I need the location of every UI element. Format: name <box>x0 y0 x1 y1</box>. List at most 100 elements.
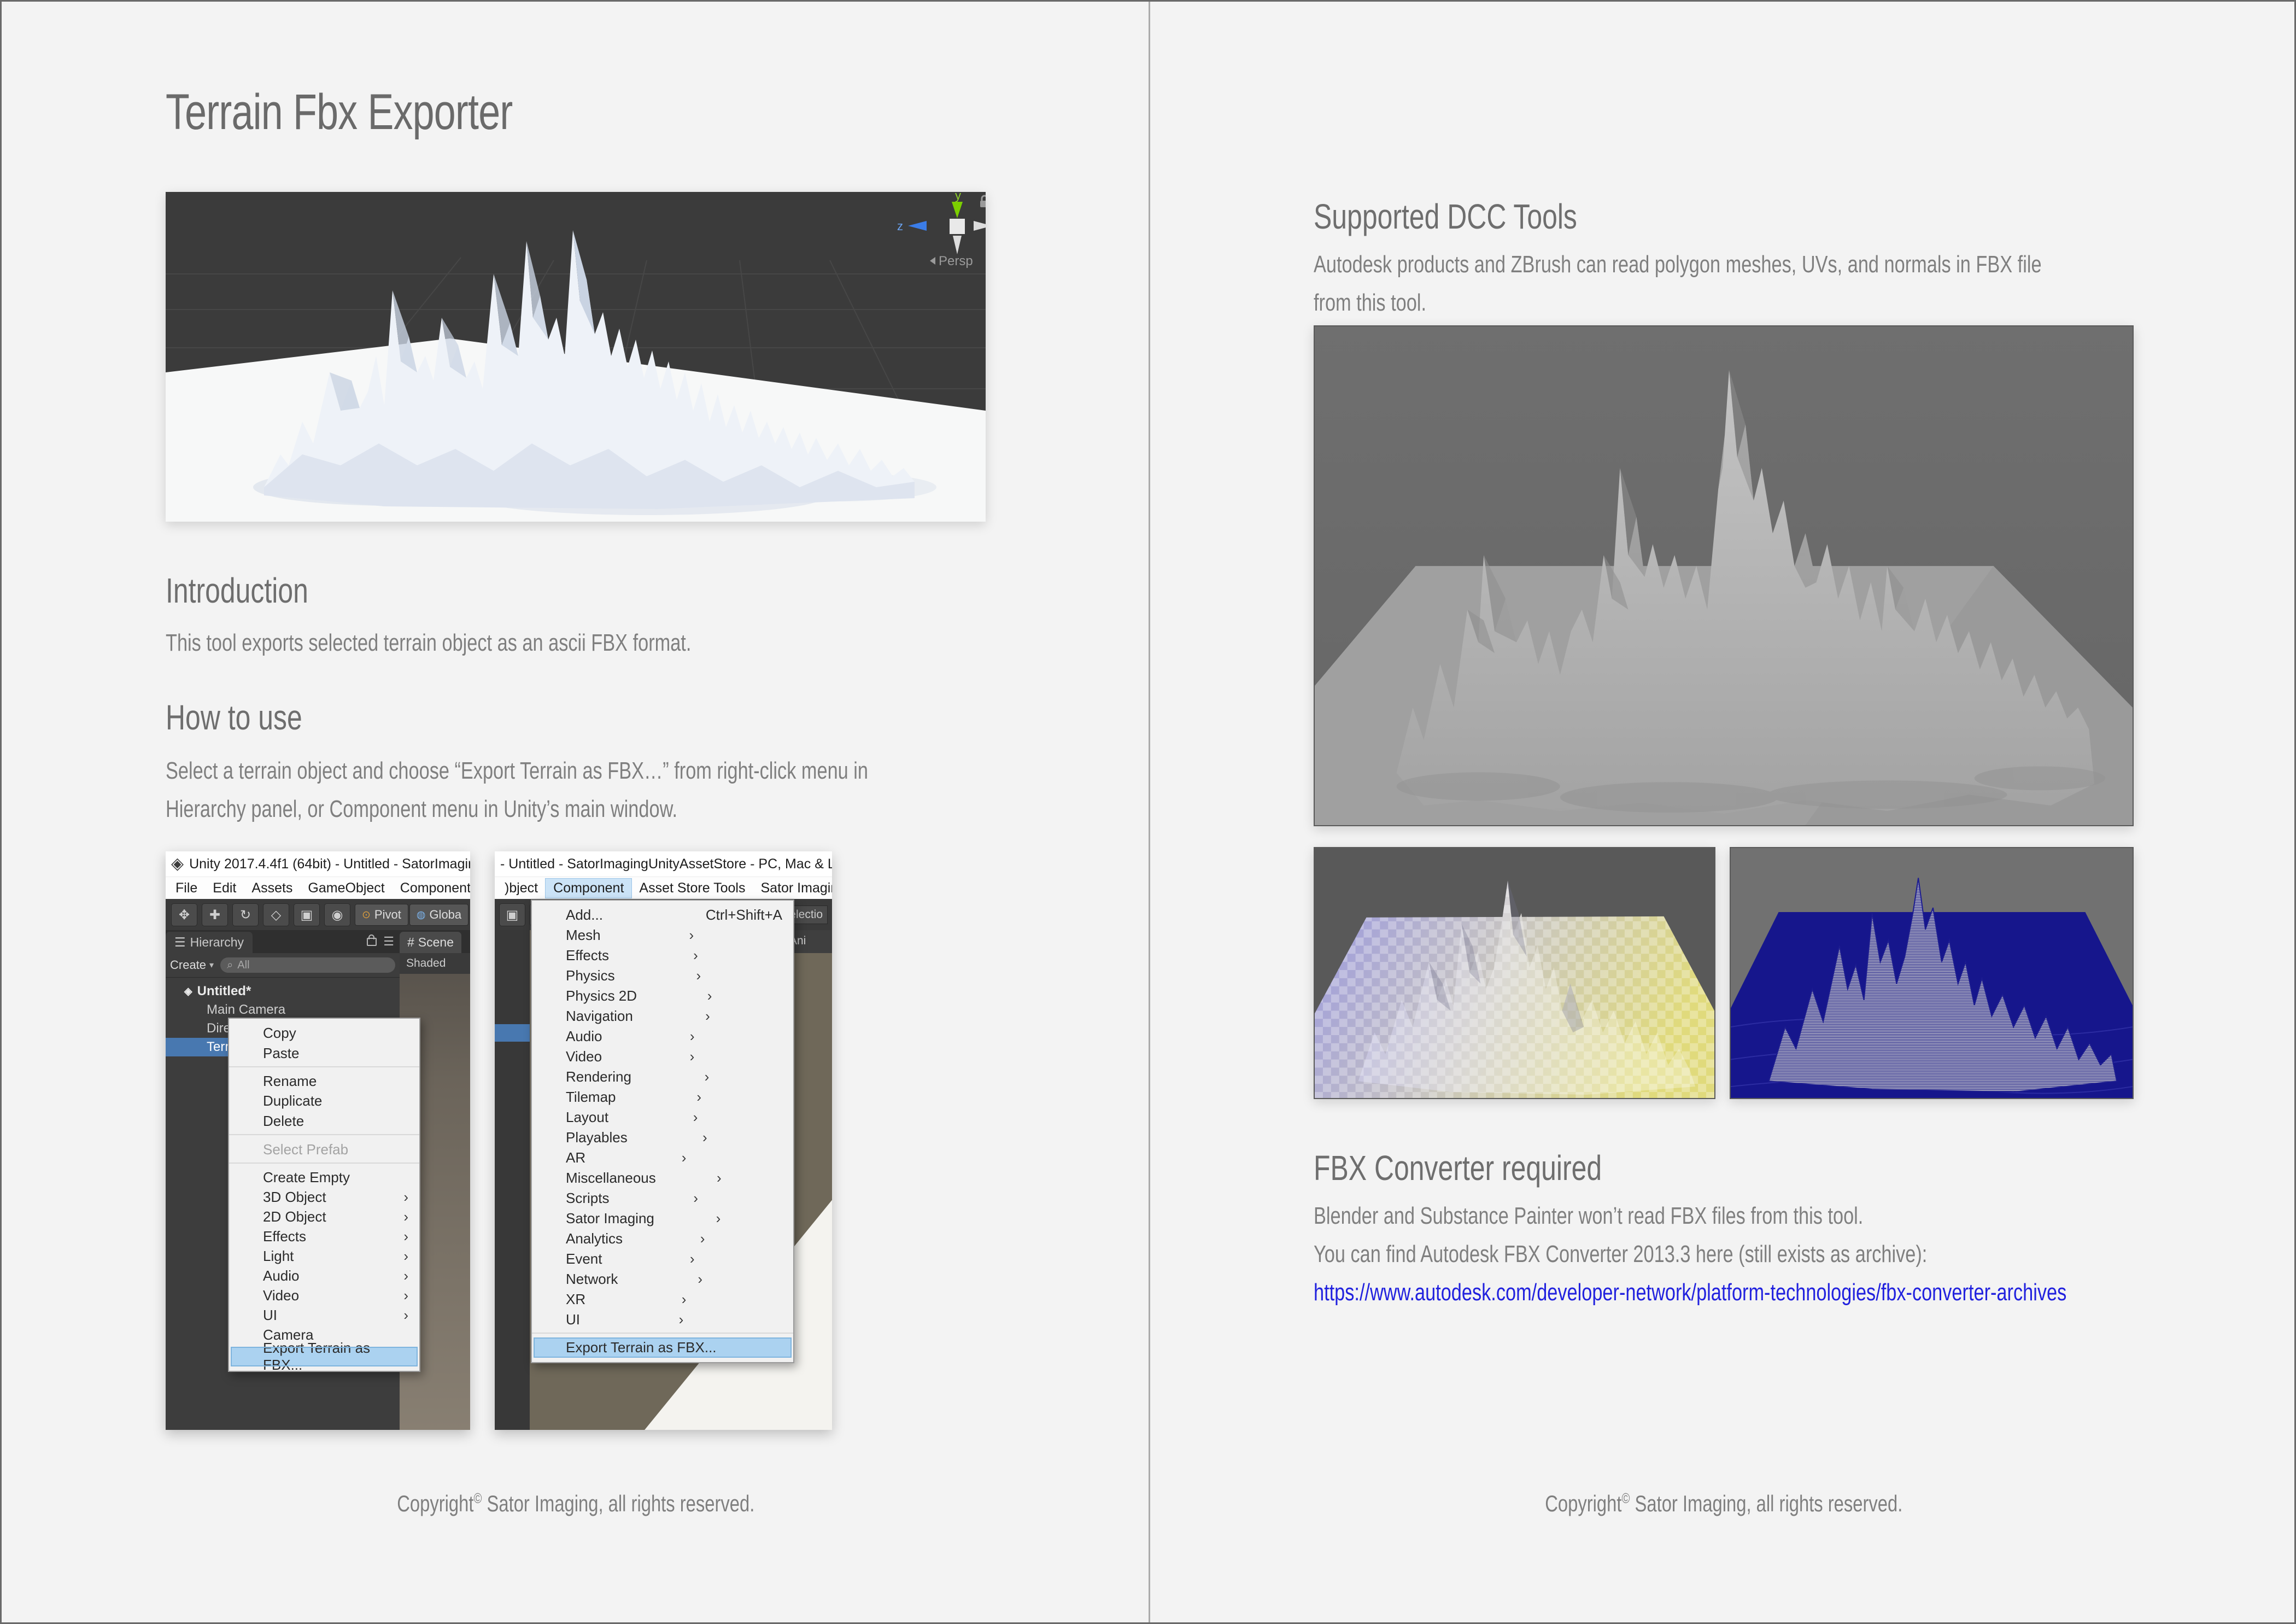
submenu-arrow-icon: › <box>403 1267 408 1284</box>
submenu-arrow-icon: › <box>705 1008 710 1025</box>
submenu-arrow-icon: › <box>689 927 694 944</box>
component-menu-item[interactable]: Rendering › <box>532 1067 793 1087</box>
lock-icon[interactable] <box>367 938 377 946</box>
tool-button-icon[interactable]: ✚ <box>202 903 228 926</box>
component-menu-item[interactable]: UI › <box>532 1310 793 1334</box>
context-menu-item[interactable]: Audio › <box>229 1266 419 1286</box>
create-button[interactable]: Create ▾ <box>170 958 214 972</box>
menu-bar-item[interactable]: Sator Imaging <box>753 879 832 898</box>
component-menu-item[interactable]: Playables › <box>532 1128 793 1148</box>
page-title: Terrain Fbx Exporter <box>166 84 610 141</box>
tool-button-icon[interactable]: ↻ <box>232 903 259 926</box>
introduction-heading: Introduction <box>166 570 348 611</box>
context-menu-item[interactable]: Light › <box>229 1246 419 1266</box>
hierarchy-tree-row[interactable]: ◈ Untitled* <box>166 982 400 1001</box>
context-menu-item[interactable]: Rename <box>229 1071 419 1091</box>
component-menu-item[interactable]: Layout › <box>532 1107 793 1128</box>
panel-menu-icon[interactable]: ☰ <box>383 934 394 949</box>
unity1-toolbar: ✥✚↻◇▣◉ ⊙ Pivot ◍ Globa <box>166 899 470 931</box>
unity2-title-text: - Untitled - SatorImagingUnityAssetStore… <box>500 856 832 872</box>
menu-bar-item[interactable]: Component <box>393 879 470 898</box>
uv-checker-render-image <box>1314 847 1715 1099</box>
context-menu-item[interactable]: Effects › <box>229 1226 419 1246</box>
component-menu-item[interactable]: Sator Imaging › <box>532 1208 793 1229</box>
supported-dcc-line1: Autodesk products and ZBrush can read po… <box>1314 251 2247 278</box>
copyright-left: Copyright© Sator Imaging, all rights res… <box>166 1490 986 1517</box>
tool-button-icon[interactable]: ▣ <box>499 903 525 926</box>
tool-button-icon[interactable]: ✥ <box>171 903 197 926</box>
component-menu-item[interactable]: Analytics › <box>532 1229 793 1249</box>
submenu-arrow-icon: › <box>690 1251 695 1267</box>
context-menu-item[interactable]: Duplicate <box>229 1091 419 1111</box>
submenu-arrow-icon: › <box>403 1228 408 1245</box>
scene-tab[interactable]: # Scene <box>400 932 461 953</box>
shaded-dropdown[interactable]: Shaded <box>400 953 470 974</box>
component-menu-item[interactable]: Audio › <box>532 1026 793 1047</box>
menu-bar-item[interactable]: Edit <box>205 879 244 898</box>
copyright-right: Copyright© Sator Imaging, all rights res… <box>1314 1490 2134 1517</box>
component-menu-item[interactable]: Physics 2D › <box>532 986 793 1006</box>
component-menu-item[interactable]: Export Terrain as FBX... <box>534 1337 792 1358</box>
context-menu-item[interactable]: Video › <box>229 1286 419 1305</box>
tool-button-icon[interactable]: ▣ <box>294 903 320 926</box>
component-menu-item[interactable]: Tilemap › <box>532 1087 793 1107</box>
object-icon: ◈ <box>184 985 192 998</box>
submenu-arrow-icon: › <box>682 1291 687 1308</box>
menu-bar-item[interactable]: Assets <box>244 879 300 898</box>
component-menu-item[interactable]: Navigation › <box>532 1006 793 1026</box>
context-menu-item[interactable]: Select Prefab <box>229 1139 419 1164</box>
fbx-converter-link[interactable]: https://www.autodesk.com/developer-netwo… <box>1314 1279 2279 1306</box>
global-button[interactable]: ◍ Globa <box>409 904 468 926</box>
fbx-converter-line1: Blender and Substance Painter won’t read… <box>1314 1202 2018 1230</box>
context-menu-item[interactable]: Copy <box>229 1023 419 1043</box>
pivot-global-group: ⊙ Pivot ◍ Globa <box>355 904 468 926</box>
context-menu-item[interactable]: Export Terrain as FBX... <box>231 1347 418 1366</box>
component-menu-item[interactable]: Add... Ctrl+Shift+A <box>532 905 793 925</box>
page-divider <box>1149 2 1150 1622</box>
component-menu-item[interactable]: Network › <box>532 1269 793 1289</box>
pivot-icon: ⊙ <box>362 909 371 921</box>
context-menu-item[interactable]: 2D Object › <box>229 1207 419 1226</box>
context-menu-item[interactable]: 3D Object › <box>229 1187 419 1207</box>
unity2-title-bar: - Untitled - SatorImagingUnityAssetStore… <box>495 851 832 877</box>
component-menu-item[interactable]: Event › <box>532 1249 793 1269</box>
context-menu-item[interactable]: UI › <box>229 1305 419 1325</box>
wireframe-terrain-illustration <box>1731 848 2133 1098</box>
dcc-render-image <box>1314 325 2134 826</box>
component-menu-item[interactable]: Mesh › <box>532 925 793 945</box>
hierarchy-tree-row[interactable]: Main Camera <box>166 1001 400 1019</box>
component-menu-item[interactable]: Miscellaneous › <box>532 1168 793 1188</box>
unity-screenshot-component-menu: - Untitled - SatorImagingUnityAssetStore… <box>495 851 832 1430</box>
hierarchy-tab-row: ☰ Hierarchy ☰ <box>166 930 400 953</box>
submenu-arrow-icon: › <box>700 1230 705 1247</box>
tool-button-icon[interactable]: ◇ <box>263 903 289 926</box>
component-menu-item[interactable]: Video › <box>532 1047 793 1067</box>
search-input[interactable]: ⌕ All <box>220 957 395 973</box>
context-menu-item[interactable]: Create Empty <box>229 1167 419 1187</box>
hierarchy-context-menu: Copy Paste Rename Duplicate <box>228 1018 420 1372</box>
submenu-arrow-icon: › <box>403 1307 408 1324</box>
hierarchy-tab[interactable]: ☰ Hierarchy <box>166 932 253 953</box>
submenu-arrow-icon: › <box>682 1149 687 1166</box>
fbx-converter-line2: You can find Autodesk FBX Converter 2013… <box>1314 1241 2100 1268</box>
context-menu-item[interactable]: Paste <box>229 1043 419 1067</box>
menu-bar-item[interactable]: Component <box>546 879 631 898</box>
component-menu-item[interactable]: AR › <box>532 1148 793 1168</box>
unity1-menu-bar: FileEditAssetsGameObjectComponentAsset S… <box>166 877 470 899</box>
pivot-button[interactable]: ⊙ Pivot <box>355 904 408 926</box>
component-menu-item[interactable]: Scripts › <box>532 1188 793 1208</box>
context-menu-item[interactable]: Delete <box>229 1111 419 1135</box>
unity-scene-render-image: y z Persp <box>166 192 986 522</box>
component-dropdown-menu: Add... Ctrl+Shift+A Mesh › Effects › <box>531 899 794 1363</box>
menu-bar-item[interactable]: GameObject <box>300 879 392 898</box>
component-menu-item[interactable]: Effects › <box>532 945 793 966</box>
tool-button-icon[interactable]: ◉ <box>324 903 350 926</box>
fbx-converter-heading: FBX Converter required <box>1314 1148 1683 1188</box>
menu-bar-item[interactable]: File <box>168 879 205 898</box>
hierarchy-toolbar: Create ▾ ⌕ All <box>166 953 400 978</box>
menu-bar-item[interactable]: Asset Store Tools <box>631 879 753 898</box>
component-menu-item[interactable]: Physics › <box>532 966 793 986</box>
component-menu-item[interactable]: XR › <box>532 1289 793 1310</box>
supported-dcc-line2: from this tool. <box>1314 289 1458 317</box>
menu-bar-item[interactable]: )bject <box>497 879 546 898</box>
